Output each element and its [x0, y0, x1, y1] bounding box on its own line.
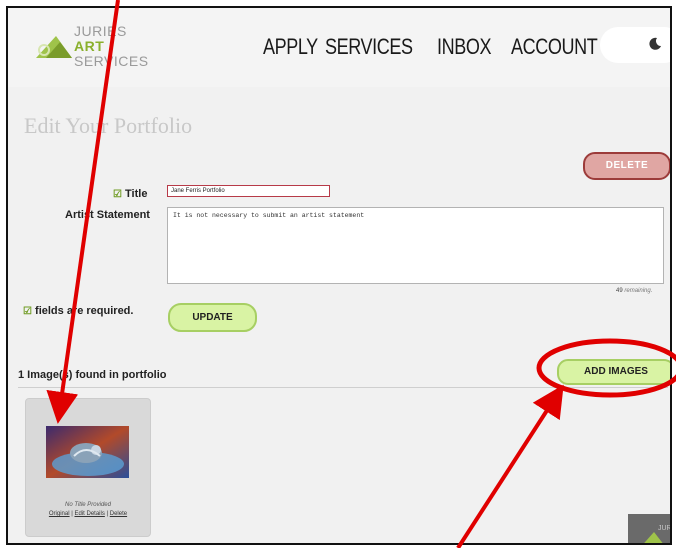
corner-logo-icon: JURI: [644, 525, 672, 543]
delete-button[interactable]: DELETE: [583, 152, 670, 180]
logo-line-1: JURIES: [74, 23, 127, 39]
title-input[interactable]: Jane Ferris Portfolio: [167, 185, 330, 197]
update-button[interactable]: UPDATE: [168, 303, 257, 332]
theme-toggle[interactable]: [600, 27, 670, 63]
logo-line-3: SERVICES: [74, 53, 149, 69]
nav-inbox[interactable]: INBOX: [437, 34, 492, 60]
original-link[interactable]: Original: [49, 511, 70, 517]
browser-frame: JURIES ART SERVICES APPLY SERVICES INBOX…: [6, 6, 672, 545]
nav-account[interactable]: ACCOUNT: [511, 34, 598, 60]
required-note: ☑ fields are required.: [23, 305, 134, 317]
logo-line-2: ART: [74, 38, 105, 54]
nav-apply[interactable]: APPLY: [263, 34, 318, 60]
artwork-thumbnail[interactable]: [46, 426, 129, 478]
delete-image-link[interactable]: Delete: [110, 511, 127, 517]
svg-text:JURI: JURI: [658, 525, 672, 532]
portfolio-image-tile[interactable]: No Title Provided Original | Edit Detail…: [25, 398, 151, 537]
image-count-text: 1 Image(s) found in portfolio: [18, 369, 167, 381]
site-header: JURIES ART SERVICES APPLY SERVICES INBOX…: [8, 8, 670, 87]
required-check-icon: ☑: [23, 306, 32, 317]
moon-icon: [649, 37, 661, 50]
artist-statement-textarea[interactable]: It is not necessary to submit an artist …: [167, 207, 664, 284]
site-logo[interactable]: JURIES ART SERVICES: [34, 22, 164, 72]
title-label: ☑ Title: [113, 188, 148, 200]
logo-text: JURIES ART SERVICES: [74, 24, 149, 69]
page-title: Edit Your Portfolio: [24, 113, 193, 138]
section-divider: [18, 387, 668, 388]
corner-logo-thumbnail: JURI: [628, 514, 672, 543]
edit-details-link[interactable]: Edit Details: [74, 511, 104, 517]
logo-mark-icon: [36, 36, 72, 58]
tile-links: Original | Edit Details | Delete: [48, 511, 128, 517]
add-images-button[interactable]: ADD IMAGES: [557, 359, 670, 385]
nav-services[interactable]: SERVICES: [325, 34, 413, 60]
remaining-counter: 49 remaining.: [616, 288, 653, 294]
tile-caption: No Title Provided: [65, 502, 111, 508]
statement-label: Artist Statement: [65, 209, 150, 221]
required-check-icon: ☑: [113, 189, 122, 200]
